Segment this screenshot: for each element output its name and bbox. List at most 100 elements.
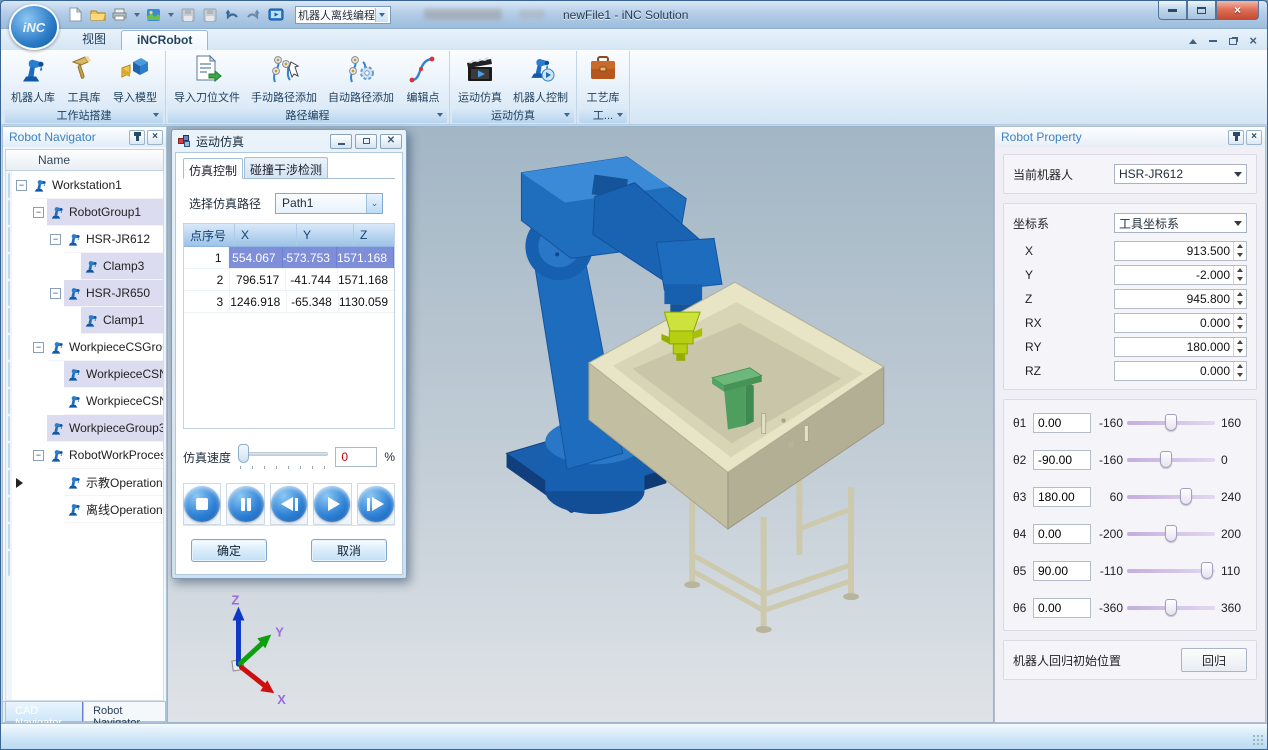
import-model-button[interactable]: 导入模型 bbox=[108, 52, 162, 106]
slider-thumb[interactable] bbox=[1201, 562, 1213, 579]
group-caption-workstation[interactable]: 工作站搭建 bbox=[5, 107, 163, 123]
row-indicator[interactable] bbox=[8, 254, 10, 279]
slider-thumb[interactable] bbox=[1180, 488, 1192, 505]
table-row-1-selected[interactable]: 1 554.067 -573.753 1571.168 bbox=[184, 247, 394, 269]
group-caption-simulation[interactable]: 运动仿真 bbox=[452, 107, 574, 123]
edit-points-button[interactable]: 编辑点 bbox=[400, 52, 446, 106]
spin-down-icon[interactable] bbox=[1234, 323, 1246, 332]
tab-collision-detection[interactable]: 碰撞干涉检测 bbox=[244, 157, 328, 178]
spin-up-icon[interactable] bbox=[1234, 290, 1246, 299]
joint-theta4-slider[interactable] bbox=[1127, 532, 1215, 536]
slider-thumb[interactable] bbox=[1165, 525, 1177, 542]
collapse-icon[interactable] bbox=[16, 180, 27, 191]
coord-rz-input[interactable] bbox=[1115, 362, 1233, 380]
tab-view[interactable]: 视图 bbox=[67, 28, 121, 50]
row-indicator[interactable] bbox=[8, 200, 10, 225]
tree-node-offline-operation[interactable]: 离线Operation... bbox=[12, 496, 164, 523]
spin-down-icon[interactable] bbox=[1234, 371, 1246, 380]
speed-input[interactable] bbox=[335, 447, 377, 467]
col-y[interactable]: Y bbox=[297, 224, 354, 246]
auto-path-add-button[interactable]: 自动路径添加 bbox=[323, 52, 399, 106]
tree-node-workstation1[interactable]: Workstation1 bbox=[12, 172, 164, 199]
spin-up-icon[interactable] bbox=[1234, 362, 1246, 371]
coord-ry-spinner[interactable] bbox=[1114, 337, 1247, 357]
spin-down-icon[interactable] bbox=[1234, 299, 1246, 308]
coord-x-spinner[interactable] bbox=[1114, 241, 1247, 261]
row-indicator[interactable] bbox=[8, 497, 10, 522]
coord-ry-input[interactable] bbox=[1115, 338, 1233, 356]
collapse-ribbon-icon[interactable] bbox=[1189, 39, 1197, 44]
app-logo[interactable]: iNC bbox=[9, 4, 59, 50]
col-x[interactable]: X bbox=[235, 224, 297, 246]
tree-node-workpiececsn1[interactable]: WorkpieceCSN... bbox=[12, 361, 164, 388]
current-robot-combobox[interactable]: HSR-JR612 bbox=[1114, 164, 1247, 184]
group-dropdown-icon[interactable] bbox=[564, 113, 570, 117]
dialog-close-button[interactable]: ✕ bbox=[380, 134, 402, 149]
capture-icon[interactable] bbox=[267, 7, 284, 23]
row-indicator-current[interactable] bbox=[8, 470, 10, 495]
mdi-minimize-icon[interactable] bbox=[1209, 40, 1217, 42]
step-forward-button[interactable] bbox=[357, 483, 395, 525]
mdi-restore-icon[interactable] bbox=[1229, 38, 1237, 45]
coord-z-spinner[interactable] bbox=[1114, 289, 1247, 309]
joint-theta4-input[interactable] bbox=[1033, 524, 1091, 544]
maximize-button[interactable] bbox=[1187, 1, 1216, 20]
tree-node-workpiecegroup3[interactable]: WorkpieceGroup3 bbox=[12, 415, 164, 442]
new-file-icon[interactable] bbox=[67, 7, 84, 23]
spin-up-icon[interactable] bbox=[1234, 242, 1246, 251]
col-point-index[interactable]: 点序号 bbox=[184, 224, 235, 246]
tree-node-workpiececsgroup[interactable]: WorkpieceCSGrou... bbox=[12, 334, 164, 361]
play-button[interactable] bbox=[313, 483, 351, 525]
ok-button[interactable]: 确定 bbox=[191, 539, 267, 562]
slider-thumb[interactable] bbox=[1165, 414, 1177, 431]
row-indicator[interactable] bbox=[8, 362, 10, 387]
image-export-icon[interactable] bbox=[145, 7, 162, 23]
import-cl-file-button[interactable]: 导入刀位文件 bbox=[169, 52, 245, 106]
minimize-button[interactable] bbox=[1158, 1, 1187, 20]
tab-robot-navigator[interactable]: Robot Navigator bbox=[83, 702, 166, 722]
dialog-minimize-button[interactable] bbox=[330, 134, 352, 149]
coord-system-combobox[interactable]: 工具坐标系 bbox=[1114, 213, 1247, 233]
table-row-3[interactable]: 3 1246.918 -65.348 1130.059 bbox=[184, 291, 394, 313]
joint-theta3-input[interactable] bbox=[1033, 487, 1091, 507]
dialog-maximize-button[interactable] bbox=[355, 134, 377, 149]
row-indicator[interactable] bbox=[8, 524, 10, 549]
tree-node-clamp3[interactable]: Clamp3 bbox=[12, 253, 164, 280]
mode-combobox-arrow-icon[interactable] bbox=[375, 8, 388, 22]
manual-path-add-button[interactable]: 手动路径添加 bbox=[246, 52, 322, 106]
tree-node-workpiececsn2[interactable]: WorkpieceCSN... bbox=[12, 388, 164, 415]
home-button[interactable]: 回归 bbox=[1181, 648, 1247, 672]
row-indicator[interactable] bbox=[8, 227, 10, 252]
pin-icon[interactable] bbox=[1228, 130, 1244, 145]
joint-theta6-slider[interactable] bbox=[1127, 606, 1215, 610]
motion-simulation-button[interactable]: 运动仿真 bbox=[453, 52, 507, 106]
path-combobox[interactable]: Path1⌄ bbox=[275, 193, 383, 214]
coord-y-spinner[interactable] bbox=[1114, 265, 1247, 285]
table-row-2[interactable]: 2 796.517 -41.744 1571.168 bbox=[184, 269, 394, 291]
undo-icon[interactable] bbox=[223, 7, 240, 23]
mode-combobox[interactable]: 机器人离线编程 bbox=[295, 6, 391, 24]
row-indicator[interactable] bbox=[8, 551, 10, 576]
row-indicator[interactable] bbox=[8, 443, 10, 468]
cancel-button[interactable]: 取消 bbox=[311, 539, 387, 562]
spin-down-icon[interactable] bbox=[1234, 347, 1246, 356]
slider-thumb[interactable] bbox=[1160, 451, 1172, 468]
tree-column-header[interactable]: Name bbox=[5, 149, 164, 171]
joint-theta1-slider[interactable] bbox=[1127, 421, 1215, 425]
tab-incrobot[interactable]: iNCRobot bbox=[121, 30, 208, 50]
robot-library-button[interactable]: 机器人库 bbox=[6, 52, 60, 106]
spin-down-icon[interactable] bbox=[1234, 275, 1246, 284]
row-indicator[interactable] bbox=[8, 335, 10, 360]
row-indicator[interactable] bbox=[8, 389, 10, 414]
joint-theta2-input[interactable] bbox=[1033, 450, 1091, 470]
save-as-icon[interactable] bbox=[201, 7, 218, 23]
coord-rz-spinner[interactable] bbox=[1114, 361, 1247, 381]
redo-icon[interactable] bbox=[245, 7, 262, 23]
group-dropdown-icon[interactable] bbox=[437, 113, 443, 117]
coord-rx-spinner[interactable] bbox=[1114, 313, 1247, 333]
group-dropdown-icon[interactable] bbox=[153, 113, 159, 117]
group-caption-process[interactable]: 工... bbox=[579, 107, 627, 123]
close-panel-icon[interactable]: × bbox=[147, 130, 163, 145]
speed-slider[interactable] bbox=[238, 444, 328, 470]
tree-node-teach-operation[interactable]: 示教Operation... bbox=[12, 469, 164, 496]
